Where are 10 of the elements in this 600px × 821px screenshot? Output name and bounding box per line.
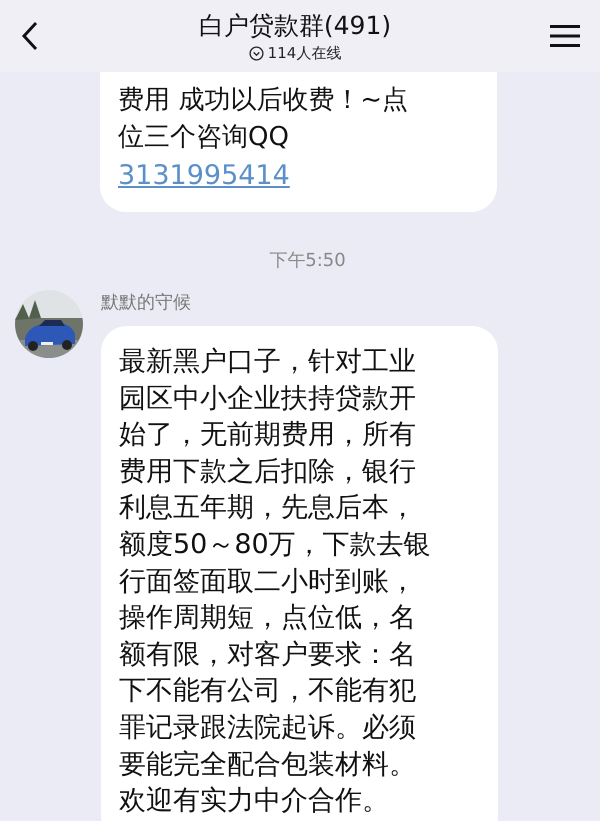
sender-name: 默默的守候 <box>101 291 192 314</box>
message-text: 费用 成功以后收费！~点 位三个咨询QQ <box>118 84 410 154</box>
chevron-circle-icon[interactable] <box>248 46 264 61</box>
message-text: 最新黑户口子，针对工业 园区中小企业扶持贷款开 始了，无前期费用，所有 费用下款之后扣除，银行 利息五年期，先息后本， 额度50～80万，下款去银 行面签面取二小时到账， 操作周期短，点位低，名 额有限，对客户要求：名 下不能有公司，不能有犯 罪记录跟法院起诉。必须 要能完全配合包装材料。 欢迎有实力中介合作。 <box>119 345 432 818</box>
timestamp: 下午5:50 <box>268 249 347 272</box>
qq-number-link[interactable]: 3131995414 <box>118 156 290 196</box>
online-count: 114人在线 <box>268 44 342 63</box>
group-title: 白户贷款群(491) <box>198 10 392 42</box>
back-icon[interactable] <box>20 21 40 51</box>
menu-icon[interactable] <box>550 24 580 48</box>
